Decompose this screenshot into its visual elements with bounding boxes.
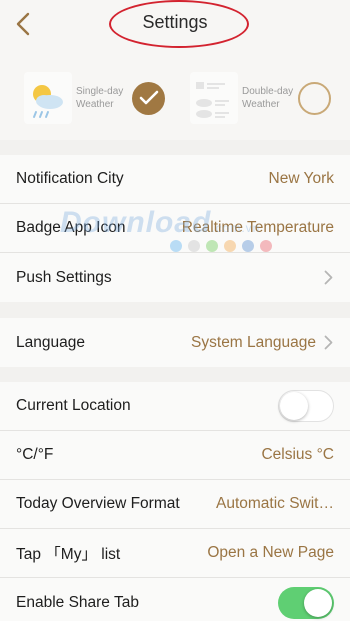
toggle-knob [304, 588, 332, 617]
tap-my-list-row[interactable]: Tap 「My」 list Open a New Page [0, 529, 350, 578]
enable-share-tab-toggle[interactable] [278, 586, 334, 619]
notification-city-row[interactable]: Notification City New York [0, 155, 350, 204]
language-row[interactable]: Language System Language [0, 318, 350, 367]
weather-mode-selector: Single-day Weather Double-day Weather [0, 52, 350, 140]
weather-two-day-icon [196, 82, 229, 118]
badge-app-icon-label: Badge App Icon [16, 219, 126, 236]
watermark-dot [170, 240, 182, 252]
toggle-knob [280, 391, 308, 420]
single-day-thumbnail [24, 72, 72, 124]
enable-share-tab-label: Enable Share Tab [16, 593, 139, 611]
tap-my-list-value: Open a New Page [207, 544, 334, 561]
language-value: System Language [191, 333, 316, 351]
checkmark-icon [139, 90, 158, 105]
double-day-weather-option[interactable]: Double-day Weather [190, 70, 331, 126]
watermark-dot [224, 240, 236, 252]
double-day-unselected-radio[interactable] [298, 81, 331, 115]
double-day-label-line2: Weather [242, 99, 280, 110]
weather-partly-cloudy-icon [33, 85, 63, 118]
enable-share-tab-row: Enable Share Tab [0, 578, 350, 621]
notification-city-label: Notification City [16, 170, 124, 187]
watermark-dot [242, 240, 254, 252]
nav-bar: Settings [0, 0, 350, 52]
single-day-label-line2: Weather [76, 99, 114, 110]
temperature-unit-row[interactable]: °C/°F Celsius °C [0, 431, 350, 480]
chevron-right-icon [324, 335, 334, 350]
settings-section-language: Language System Language [0, 318, 350, 367]
badge-app-icon-value: Realtime Temperature [181, 219, 334, 236]
settings-section-general: Current Location °C/°F Celsius °C Today … [0, 382, 350, 621]
watermark-dots [170, 240, 272, 252]
watermark-dot [206, 240, 218, 252]
watermark-dot [260, 240, 272, 252]
notification-city-value: New York [268, 170, 334, 187]
language-label: Language [16, 333, 85, 351]
temperature-unit-value: Celsius °C [261, 446, 334, 463]
single-day-label: Single-day Weather [76, 85, 130, 111]
single-day-label-line1: Single-day [76, 86, 124, 97]
overview-format-value: Automatic Swit… [215, 495, 334, 512]
tap-my-list-label: Tap 「My」 list [16, 546, 121, 563]
watermark-dot [188, 240, 200, 252]
overview-format-row[interactable]: Today Overview Format Automatic Swit… [0, 480, 350, 529]
current-location-row: Current Location [0, 382, 350, 431]
push-settings-label: Push Settings [16, 268, 112, 286]
double-day-thumbnail [190, 72, 238, 124]
double-day-label-line1: Double-day [242, 86, 294, 97]
double-day-label: Double-day Weather [242, 85, 296, 111]
single-day-weather-option[interactable]: Single-day Weather [24, 70, 165, 126]
current-location-label: Current Location [16, 397, 131, 414]
annotation-ellipse [109, 0, 249, 48]
single-day-selected-check[interactable] [132, 81, 165, 115]
settings-section-notifications: Notification City New York Badge App Ico… [0, 155, 350, 302]
push-settings-row[interactable]: Push Settings [0, 253, 350, 302]
overview-format-label: Today Overview Format [16, 495, 180, 512]
chevron-right-icon [324, 270, 334, 285]
temperature-unit-label: °C/°F [16, 446, 54, 463]
current-location-toggle[interactable] [278, 390, 334, 422]
